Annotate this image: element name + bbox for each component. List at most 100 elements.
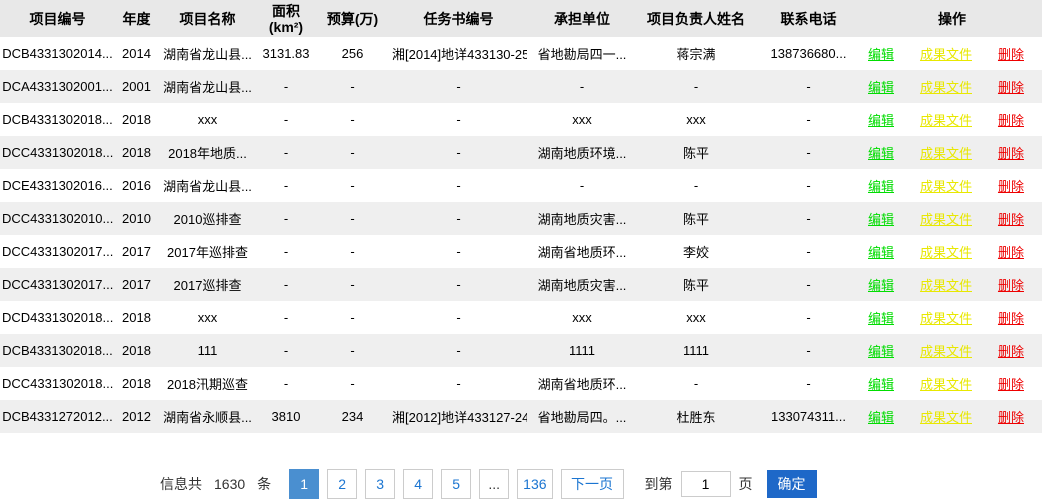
- cell-project-name: 湖南省龙山县...: [158, 70, 257, 103]
- table-row: DCC4331302010... 2010 2010巡排查 - - - 湖南地质…: [0, 202, 1042, 235]
- result-file-link[interactable]: 成果文件: [920, 341, 972, 360]
- cell-operations: 编辑 成果文件 删除: [862, 169, 1042, 202]
- cell-unit: 省地勘局四一...: [527, 37, 637, 70]
- delete-link[interactable]: 删除: [998, 341, 1024, 360]
- edit-link[interactable]: 编辑: [868, 176, 894, 195]
- cell-area: -: [257, 301, 315, 334]
- cell-task-number: -: [390, 268, 527, 301]
- cell-phone: -: [755, 103, 862, 136]
- delete-link[interactable]: 删除: [998, 143, 1024, 162]
- result-file-link[interactable]: 成果文件: [920, 374, 972, 393]
- result-file-link[interactable]: 成果文件: [920, 44, 972, 63]
- cell-year: 2018: [115, 367, 158, 400]
- edit-link[interactable]: 编辑: [868, 209, 894, 228]
- edit-link[interactable]: 编辑: [868, 374, 894, 393]
- cell-area: -: [257, 70, 315, 103]
- cell-project-code: DCB4331272012...: [0, 400, 115, 433]
- delete-link[interactable]: 删除: [998, 308, 1024, 327]
- edit-link[interactable]: 编辑: [868, 77, 894, 96]
- cell-phone: -: [755, 301, 862, 334]
- edit-link[interactable]: 编辑: [868, 341, 894, 360]
- cell-phone: -: [755, 235, 862, 268]
- edit-link[interactable]: 编辑: [868, 44, 894, 63]
- cell-unit: 湖南省地质环...: [527, 367, 637, 400]
- result-file-link[interactable]: 成果文件: [920, 242, 972, 261]
- delete-link[interactable]: 删除: [998, 176, 1024, 195]
- cell-area: -: [257, 202, 315, 235]
- info-total-label: 信息共: [160, 474, 202, 494]
- column-header-operations: 操作: [862, 0, 1042, 37]
- cell-unit: xxx: [527, 301, 637, 334]
- page-button-4[interactable]: 4: [403, 469, 433, 499]
- cell-operations: 编辑 成果文件 删除: [862, 301, 1042, 334]
- edit-link[interactable]: 编辑: [868, 308, 894, 327]
- delete-link[interactable]: 删除: [998, 275, 1024, 294]
- delete-link[interactable]: 删除: [998, 374, 1024, 393]
- delete-link[interactable]: 删除: [998, 77, 1024, 96]
- cell-unit: 湖南地质灾害...: [527, 202, 637, 235]
- column-header-area-line2: (km²): [259, 19, 313, 35]
- cell-year: 2018: [115, 103, 158, 136]
- result-file-link[interactable]: 成果文件: [920, 308, 972, 327]
- edit-link[interactable]: 编辑: [868, 110, 894, 129]
- goto-page-input[interactable]: [681, 471, 731, 497]
- column-header-year: 年度: [115, 0, 158, 37]
- cell-budget: -: [315, 334, 390, 367]
- cell-operations: 编辑 成果文件 删除: [862, 202, 1042, 235]
- next-page-button[interactable]: 下一页: [561, 469, 624, 499]
- page-button-5[interactable]: 5: [441, 469, 471, 499]
- result-file-link[interactable]: 成果文件: [920, 209, 972, 228]
- cell-leader-name: -: [637, 367, 755, 400]
- page-button-3[interactable]: 3: [365, 469, 395, 499]
- result-file-link[interactable]: 成果文件: [920, 143, 972, 162]
- cell-unit: 湖南地质环境...: [527, 136, 637, 169]
- cell-leader-name: 陈平: [637, 202, 755, 235]
- result-file-link[interactable]: 成果文件: [920, 77, 972, 96]
- cell-unit: 1111: [527, 334, 637, 367]
- page-button-2[interactable]: 2: [327, 469, 357, 499]
- edit-link[interactable]: 编辑: [868, 242, 894, 261]
- cell-year: 2014: [115, 37, 158, 70]
- edit-link[interactable]: 编辑: [868, 275, 894, 294]
- cell-leader-name: 1111: [637, 334, 755, 367]
- pagination-bar: 信息共 1630 条 12345...136 下一页 到第 页 确定: [160, 469, 1042, 499]
- cell-budget: -: [315, 103, 390, 136]
- confirm-button[interactable]: 确定: [767, 470, 817, 498]
- table-row: DCB4331302014... 2014 湖南省龙山县... 3131.83 …: [0, 37, 1042, 70]
- cell-phone: -: [755, 136, 862, 169]
- operations-links: 编辑 成果文件 删除: [864, 308, 1040, 327]
- result-file-link[interactable]: 成果文件: [920, 407, 972, 426]
- page-button-1[interactable]: 1: [289, 469, 319, 499]
- delete-link[interactable]: 删除: [998, 110, 1024, 129]
- cell-area: 3131.83: [257, 37, 315, 70]
- operations-links: 编辑 成果文件 删除: [864, 341, 1040, 360]
- page-button-136[interactable]: 136: [517, 469, 552, 499]
- edit-link[interactable]: 编辑: [868, 407, 894, 426]
- cell-project-code: DCE4331302016...: [0, 169, 115, 202]
- cell-project-name: 湖南省永顺县...: [158, 400, 257, 433]
- result-file-link[interactable]: 成果文件: [920, 176, 972, 195]
- cell-operations: 编辑 成果文件 删除: [862, 367, 1042, 400]
- cell-year: 2018: [115, 136, 158, 169]
- cell-leader-name: -: [637, 169, 755, 202]
- delete-link[interactable]: 删除: [998, 209, 1024, 228]
- page-button-group: 12345... 136: [289, 469, 560, 499]
- delete-link[interactable]: 删除: [998, 242, 1024, 261]
- result-file-link[interactable]: 成果文件: [920, 275, 972, 294]
- edit-link[interactable]: 编辑: [868, 143, 894, 162]
- cell-leader-name: 陈平: [637, 268, 755, 301]
- page-ellipsis[interactable]: ...: [479, 469, 509, 499]
- result-file-link[interactable]: 成果文件: [920, 110, 972, 129]
- column-header-phone: 联系电话: [755, 0, 862, 37]
- cell-year: 2012: [115, 400, 158, 433]
- table-row: DCC4331302018... 2018 2018年地质... - - - 湖…: [0, 136, 1042, 169]
- operations-links: 编辑 成果文件 删除: [864, 176, 1040, 195]
- cell-year: 2010: [115, 202, 158, 235]
- cell-unit: -: [527, 169, 637, 202]
- cell-task-number: -: [390, 103, 527, 136]
- delete-link[interactable]: 删除: [998, 407, 1024, 426]
- column-header-leader-name: 项目负责人姓名: [637, 0, 755, 37]
- cell-budget: 256: [315, 37, 390, 70]
- cell-project-code: DCC4331302010...: [0, 202, 115, 235]
- delete-link[interactable]: 删除: [998, 44, 1024, 63]
